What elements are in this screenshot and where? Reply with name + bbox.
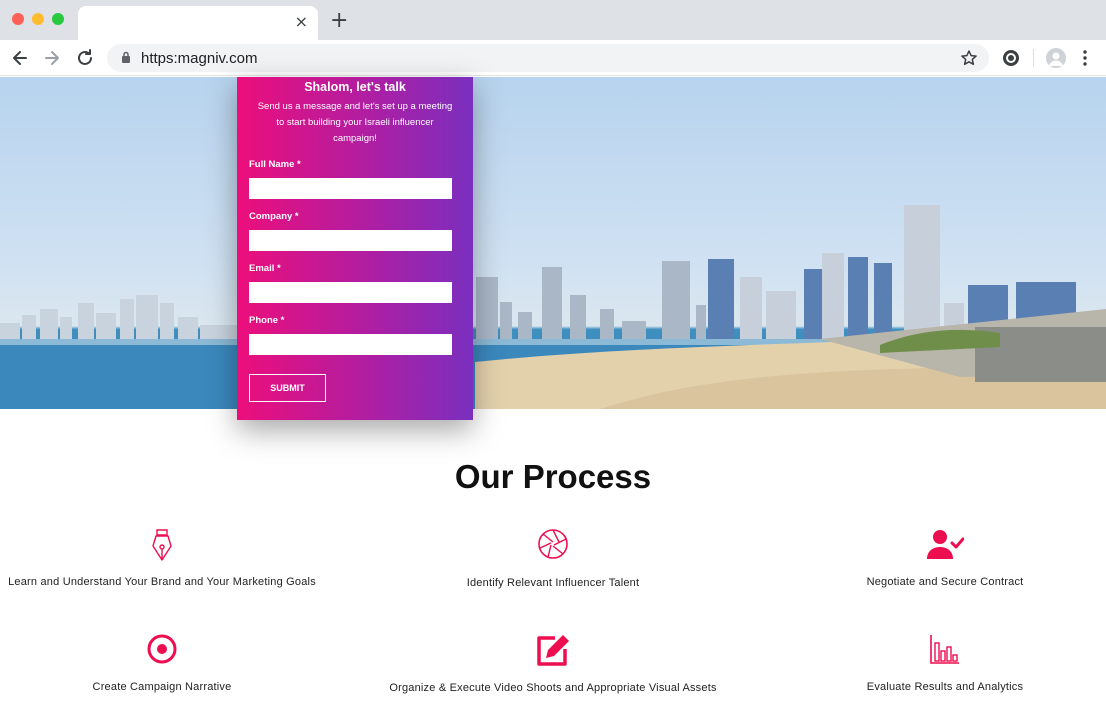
process-step: Identify Relevant Influencer Talent xyxy=(353,528,753,598)
profile-avatar-icon[interactable] xyxy=(1046,48,1066,68)
lock-icon xyxy=(122,51,130,63)
edit-icon xyxy=(537,635,569,666)
full-name-field[interactable] xyxy=(249,178,452,199)
process-step-label: Evaluate Results and Analytics xyxy=(866,681,1024,693)
more-menu-icon[interactable] xyxy=(1082,48,1088,68)
bookmark-star-icon[interactable] xyxy=(959,48,979,68)
process-step-label: Negotiate and Secure Contract xyxy=(866,576,1024,588)
phone-label: Phone * xyxy=(249,315,285,326)
email-label: Email * xyxy=(249,263,281,274)
bar-chart-icon xyxy=(930,635,959,664)
url-text: https:magniv.com xyxy=(141,50,258,67)
minimize-window-button[interactable] xyxy=(32,13,44,25)
toolbar-divider xyxy=(1033,49,1034,67)
email-field[interactable] xyxy=(249,282,452,303)
full-name-label: Full Name * xyxy=(249,159,301,170)
hero-skyline-image xyxy=(0,77,1106,409)
close-window-button[interactable] xyxy=(12,13,24,25)
process-step-label: Learn and Understand Your Brand and Your… xyxy=(8,576,316,588)
aperture-icon xyxy=(538,529,568,559)
target-dot-icon xyxy=(147,634,177,664)
contact-form-card: Shalom, let's talk Send us a message and… xyxy=(237,77,473,420)
forward-arrow-icon[interactable] xyxy=(42,48,62,68)
address-bar[interactable]: https:magniv.com xyxy=(107,44,989,72)
phone-field[interactable] xyxy=(249,334,452,355)
process-step: Evaluate Results and Analytics xyxy=(745,633,1106,703)
process-step: Organize & Execute Video Shoots and Appr… xyxy=(353,633,753,703)
process-step: Negotiate and Secure Contract xyxy=(745,528,1106,598)
browser-tab[interactable]: × xyxy=(78,6,318,40)
pen-nib-icon xyxy=(152,529,172,561)
process-step-label: Create Campaign Narrative xyxy=(92,681,232,693)
skyline-illustration xyxy=(0,205,1106,409)
browser-toolbar: https:magniv.com xyxy=(0,40,1106,76)
process-step: Create Campaign Narrative xyxy=(0,633,362,703)
user-check-icon xyxy=(927,530,964,559)
reload-icon[interactable] xyxy=(75,48,95,68)
process-heading: Our Process xyxy=(454,458,652,495)
process-step: Learn and Understand Your Brand and Your… xyxy=(0,528,362,598)
tab-close-icon[interactable]: × xyxy=(295,13,308,31)
process-step-label: Organize & Execute Video Shoots and Appr… xyxy=(389,682,717,694)
company-field[interactable] xyxy=(249,230,452,251)
new-tab-button[interactable]: + xyxy=(330,10,348,32)
submit-button[interactable]: SUBMIT xyxy=(249,374,326,402)
form-title: Shalom, let's talk xyxy=(304,80,406,94)
company-label: Company * xyxy=(249,211,299,222)
browser-tab-bar: × + xyxy=(0,0,1106,40)
process-step-label: Identify Relevant Influencer Talent xyxy=(466,577,640,589)
extension-icon[interactable] xyxy=(1001,48,1021,68)
maximize-window-button[interactable] xyxy=(52,13,64,25)
form-subtitle: Send us a message and let's set up a mee… xyxy=(257,101,453,144)
back-arrow-icon[interactable] xyxy=(10,48,30,68)
